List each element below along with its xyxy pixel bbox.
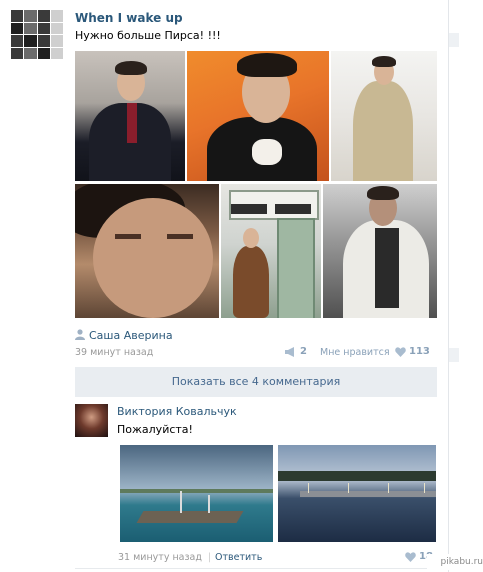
right-column-border (448, 0, 449, 572)
commenter-name-link[interactable]: Виктория Ковальчук (117, 405, 237, 418)
comment-timestamp[interactable]: 31 минуту назад (118, 552, 202, 563)
right-edge-fragment (449, 348, 459, 362)
post-photo-5[interactable] (221, 184, 321, 318)
watermark: pikabu.ru (427, 554, 483, 570)
right-edge-fragment (449, 33, 459, 47)
comment-text: Пожалуйста! (117, 423, 193, 436)
post-photo-1[interactable] (75, 51, 185, 181)
like-label[interactable]: Мне нравится (320, 347, 390, 358)
show-all-comments-button[interactable]: Показать все 4 комментария (75, 367, 437, 397)
comment-heart-icon[interactable] (405, 552, 416, 562)
post-photo-4[interactable] (75, 184, 219, 318)
post-photo-6[interactable] (323, 184, 437, 318)
post-timestamp[interactable]: 39 минут назад (75, 347, 153, 358)
comment-photo-2[interactable] (278, 445, 436, 542)
comment-photo-1[interactable] (120, 445, 273, 542)
commenter-avatar[interactable] (75, 404, 108, 437)
group-name-link[interactable]: When I wake up (75, 11, 183, 25)
post-photo-3[interactable] (331, 51, 437, 181)
comment-divider (75, 568, 437, 569)
post-text: Нужно больше Пирса! !!! (75, 29, 221, 42)
post-author-link[interactable]: Саша Аверина (89, 329, 173, 342)
share-count[interactable]: 2 (300, 346, 307, 357)
user-icon (75, 329, 85, 340)
post-photo-2[interactable] (187, 51, 329, 181)
reply-link[interactable]: Ответить (215, 552, 262, 563)
group-avatar[interactable] (11, 10, 63, 59)
heart-icon[interactable] (395, 347, 406, 357)
comment-meta-separator: | (208, 552, 212, 563)
like-count[interactable]: 113 (409, 346, 430, 357)
megaphone-icon[interactable] (285, 347, 297, 357)
